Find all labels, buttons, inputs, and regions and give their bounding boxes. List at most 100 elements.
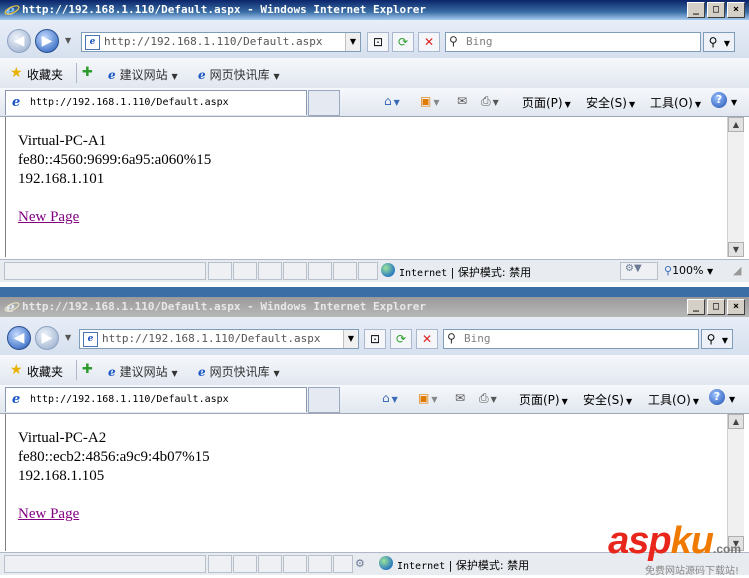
history-dropdown-icon[interactable]: ▼: [65, 36, 71, 45]
favorites-bar: ★ 收藏夹 ✚ e 建议网站 ▼ e 网页快讯库 ▼: [0, 58, 749, 88]
refresh-icon[interactable]: ⟳: [390, 329, 412, 349]
window-title: http://192.168.1.110/Default.aspx - Wind…: [22, 300, 426, 313]
title-bar[interactable]: e http://192.168.1.110/Default.aspx - Wi…: [0, 297, 749, 317]
page-icon: e: [12, 95, 21, 110]
search-options-icon[interactable]: ▼: [720, 332, 730, 350]
page-content: Virtual-PC-A1 fe80::4560:9699:6a95:a060%…: [5, 117, 728, 257]
status-text-cell: [4, 262, 206, 280]
watermark-caption: 免费网站源码下载站!: [644, 566, 739, 577]
address-dropdown-icon[interactable]: ▼: [345, 33, 360, 51]
safety-menu[interactable]: 安全(S) ▼: [586, 94, 635, 111]
address-text[interactable]: http://192.168.1.110/Default.aspx: [104, 35, 323, 48]
favorites-bar: ★ 收藏夹 ✚ e 建议网站 ▼ e 网页快讯库 ▼: [0, 355, 749, 385]
tools-menu[interactable]: 工具(O) ▼: [650, 94, 701, 111]
resize-grip-icon[interactable]: ◢: [733, 264, 741, 277]
new-page-link[interactable]: New Page: [18, 506, 79, 523]
tab-current[interactable]: e http://192.168.1.110/Default.aspx: [5, 90, 307, 115]
search-box[interactable]: ⚲ Bing: [445, 32, 701, 52]
zoom-level[interactable]: ⚲100% ▼: [664, 264, 713, 277]
history-dropdown-icon[interactable]: ▼: [65, 333, 71, 342]
address-text[interactable]: http://192.168.1.110/Default.aspx: [102, 332, 321, 345]
new-tab-button[interactable]: [308, 387, 340, 413]
home-icon[interactable]: ⌂ ▼: [384, 94, 400, 108]
address-dropdown-icon[interactable]: ▼: [343, 330, 358, 348]
help-dropdown-icon[interactable]: ▼: [727, 391, 735, 405]
print-icon[interactable]: ⎙ ▼: [479, 391, 497, 406]
home-icon[interactable]: ⌂ ▼: [382, 391, 398, 405]
favorites-star-icon[interactable]: ★: [10, 362, 23, 378]
minimize-button[interactable]: _: [687, 2, 705, 18]
vertical-scrollbar[interactable]: ▲ ▼: [727, 117, 744, 257]
scroll-down-icon[interactable]: ▼: [728, 242, 744, 257]
forward-button[interactable]: ▶: [35, 29, 59, 53]
tab-current[interactable]: e http://192.168.1.110/Default.aspx: [5, 387, 307, 412]
mail-icon[interactable]: ✉: [457, 94, 467, 108]
page-menu[interactable]: 页面(P) ▼: [519, 391, 568, 408]
status-cell: [358, 262, 378, 280]
favorite-item-web-slice[interactable]: e 网页快讯库 ▼: [198, 363, 280, 380]
page-icon: e: [83, 332, 98, 347]
maximize-button[interactable]: □: [707, 299, 725, 315]
search-placeholder[interactable]: Bing: [466, 35, 493, 48]
status-cell: [308, 555, 332, 573]
search-go-icon: ⚲: [708, 35, 718, 49]
favorite-item-suggested-sites[interactable]: e 建议网站 ▼: [108, 363, 178, 380]
close-button[interactable]: ×: [727, 299, 745, 315]
status-cell: [333, 555, 353, 573]
scroll-up-icon[interactable]: ▲: [728, 117, 744, 132]
back-button[interactable]: ◀: [7, 29, 31, 53]
forward-button[interactable]: ▶: [35, 326, 59, 350]
favorites-button[interactable]: 收藏夹: [27, 66, 63, 83]
tab-row: e http://192.168.1.110/Default.aspx ⌂ ▼ ▣…: [0, 88, 749, 117]
new-page-link[interactable]: New Page: [18, 209, 79, 226]
favorite-item-web-slice[interactable]: e 网页快讯库 ▼: [198, 66, 280, 83]
help-icon[interactable]: ?: [711, 92, 727, 108]
back-button[interactable]: ◀: [7, 326, 31, 350]
feeds-icon[interactable]: ▣ ▼: [420, 94, 440, 108]
popup-blocker-cell[interactable]: ⚙▼: [620, 262, 658, 280]
address-bar[interactable]: e http://192.168.1.110/Default.aspx ▼: [79, 329, 359, 349]
status-cell: [233, 262, 257, 280]
stop-icon[interactable]: ✕: [418, 32, 440, 52]
search-button[interactable]: ⚲ ▼: [703, 32, 735, 52]
close-button[interactable]: ×: [727, 2, 745, 18]
help-icon[interactable]: ?: [709, 389, 725, 405]
help-dropdown-icon[interactable]: ▼: [729, 94, 737, 108]
add-favorite-icon[interactable]: ✚: [82, 65, 93, 80]
search-box[interactable]: ⚲ Bing: [443, 329, 699, 349]
feeds-icon[interactable]: ▣ ▼: [418, 391, 438, 405]
new-tab-button[interactable]: [308, 90, 340, 116]
maximize-button[interactable]: □: [707, 2, 725, 18]
search-options-icon[interactable]: ▼: [722, 35, 732, 53]
compatibility-view-icon[interactable]: ⊡: [364, 329, 386, 349]
favorites-button[interactable]: 收藏夹: [27, 363, 63, 380]
refresh-icon[interactable]: ⟳: [392, 32, 414, 52]
ie-logo-icon: e: [4, 3, 20, 18]
minimize-button[interactable]: _: [687, 299, 705, 315]
title-bar[interactable]: e http://192.168.1.110/Default.aspx - Wi…: [0, 0, 749, 20]
add-favorite-icon[interactable]: ✚: [82, 362, 93, 377]
stop-icon[interactable]: ✕: [416, 329, 438, 349]
manage-addons-icon[interactable]: ⚙: [355, 557, 365, 570]
tools-menu[interactable]: 工具(O) ▼: [648, 391, 699, 408]
favorite-item-suggested-sites[interactable]: e 建议网站 ▼: [108, 66, 178, 83]
favorites-star-icon[interactable]: ★: [10, 65, 23, 81]
safety-menu[interactable]: 安全(S) ▼: [583, 391, 632, 408]
address-bar[interactable]: e http://192.168.1.110/Default.aspx ▼: [81, 32, 361, 52]
mail-icon[interactable]: ✉: [455, 391, 465, 405]
print-icon[interactable]: ⎙ ▼: [481, 94, 499, 109]
compatibility-view-icon[interactable]: ⊡: [367, 32, 389, 52]
tab-title: http://192.168.1.110/Default.aspx: [30, 394, 229, 405]
security-zone-label[interactable]: Internet | 保护模式: 禁用: [397, 557, 529, 573]
page-icon: e: [108, 68, 116, 82]
search-button[interactable]: ⚲ ▼: [701, 329, 733, 349]
internet-zone-icon: [379, 556, 393, 570]
security-zone-label[interactable]: Internet | 保护模式: 禁用: [399, 264, 531, 280]
address-row: ◀ ▶ ▼ e http://192.168.1.110/Default.asp…: [0, 317, 749, 355]
search-placeholder[interactable]: Bing: [464, 332, 491, 345]
page-menu[interactable]: 页面(P) ▼: [522, 94, 571, 111]
tab-title: http://192.168.1.110/Default.aspx: [30, 97, 229, 108]
divider: [76, 360, 77, 380]
scroll-up-icon[interactable]: ▲: [728, 414, 744, 429]
page-icon: e: [198, 68, 206, 82]
